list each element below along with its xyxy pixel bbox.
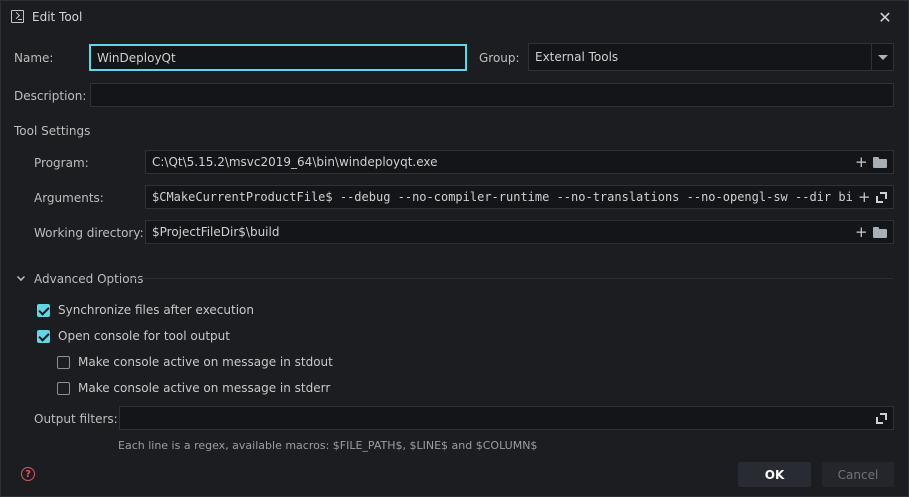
option-console-active-stderr[interactable]: Make console active on message in stderr [57,381,330,395]
terminal-icon [11,10,24,23]
description-input[interactable] [90,83,894,107]
output-filters-hint: Each line is a regex, available macros: … [118,439,538,452]
checkbox[interactable] [57,355,70,369]
tool-settings-heading: Tool Settings [14,124,91,138]
checkbox[interactable] [37,329,50,343]
ok-button[interactable]: OK [738,462,811,487]
advanced-options-heading[interactable]: Advanced Options [34,272,143,286]
checkbox[interactable] [37,303,50,317]
group-select[interactable]: External Tools [528,43,894,71]
help-icon[interactable]: ? [21,467,35,481]
working-directory-input[interactable]: $ProjectFileDir$\build + [145,220,894,244]
dialog-title: Edit Tool [32,10,83,24]
output-filters-input[interactable] [119,406,894,430]
option-console-active-stdout[interactable]: Make console active on message in stdout [57,355,333,369]
checkbox-label: Make console active on message in stderr [78,381,331,395]
program-label: Program: [34,156,89,170]
cancel-button[interactable]: Cancel [822,462,894,487]
insert-macro-plus-icon[interactable]: + [855,154,868,170]
expand-icon[interactable] [876,191,887,203]
working-directory-input-value: $ProjectFileDir$\build [152,225,280,239]
arguments-input[interactable]: $CMakeCurrentProductFile$ --debug --no-c… [145,185,894,209]
name-input[interactable]: WinDeployQt [89,44,467,71]
name-input-value: WinDeployQt [97,50,176,65]
chevron-down-icon[interactable] [871,44,893,70]
option-open-console[interactable]: Open console for tool output [37,329,230,343]
folder-icon[interactable] [873,226,887,238]
arguments-input-value: $CMakeCurrentProductFile$ --debug --no-c… [152,190,852,204]
output-filters-label: Output filters: [34,412,118,426]
group-label: Group: [479,51,520,65]
group-select-value: External Tools [535,50,619,64]
checkbox-label: Make console active on message in stdout [78,355,333,369]
edit-tool-dialog: Edit Tool ✕ Name: WinDeployQt Group: Ext… [0,0,909,497]
insert-macro-plus-icon[interactable]: + [858,189,871,205]
program-input-value: C:\Qt\5.15.2\msvc2019_64\bin\windeployqt… [152,155,438,169]
working-directory-label: Working directory: [34,226,144,240]
expand-icon[interactable] [876,412,887,424]
description-label: Description: [14,89,87,103]
option-synchronize-files[interactable]: Synchronize files after execution [37,303,254,317]
title-bar: Edit Tool ✕ [1,1,908,33]
checkbox-label: Synchronize files after execution [58,303,254,317]
close-icon[interactable]: ✕ [875,7,895,27]
program-input[interactable]: C:\Qt\5.15.2\msvc2019_64\bin\windeployqt… [145,150,894,174]
section-divider [131,278,893,279]
arguments-label: Arguments: [34,191,104,205]
insert-macro-plus-icon[interactable]: + [855,224,868,240]
checkbox[interactable] [57,381,70,395]
name-label: Name: [14,51,54,65]
checkbox-label: Open console for tool output [58,329,230,343]
chevron-down-icon[interactable] [17,273,25,281]
folder-icon[interactable] [873,156,887,168]
